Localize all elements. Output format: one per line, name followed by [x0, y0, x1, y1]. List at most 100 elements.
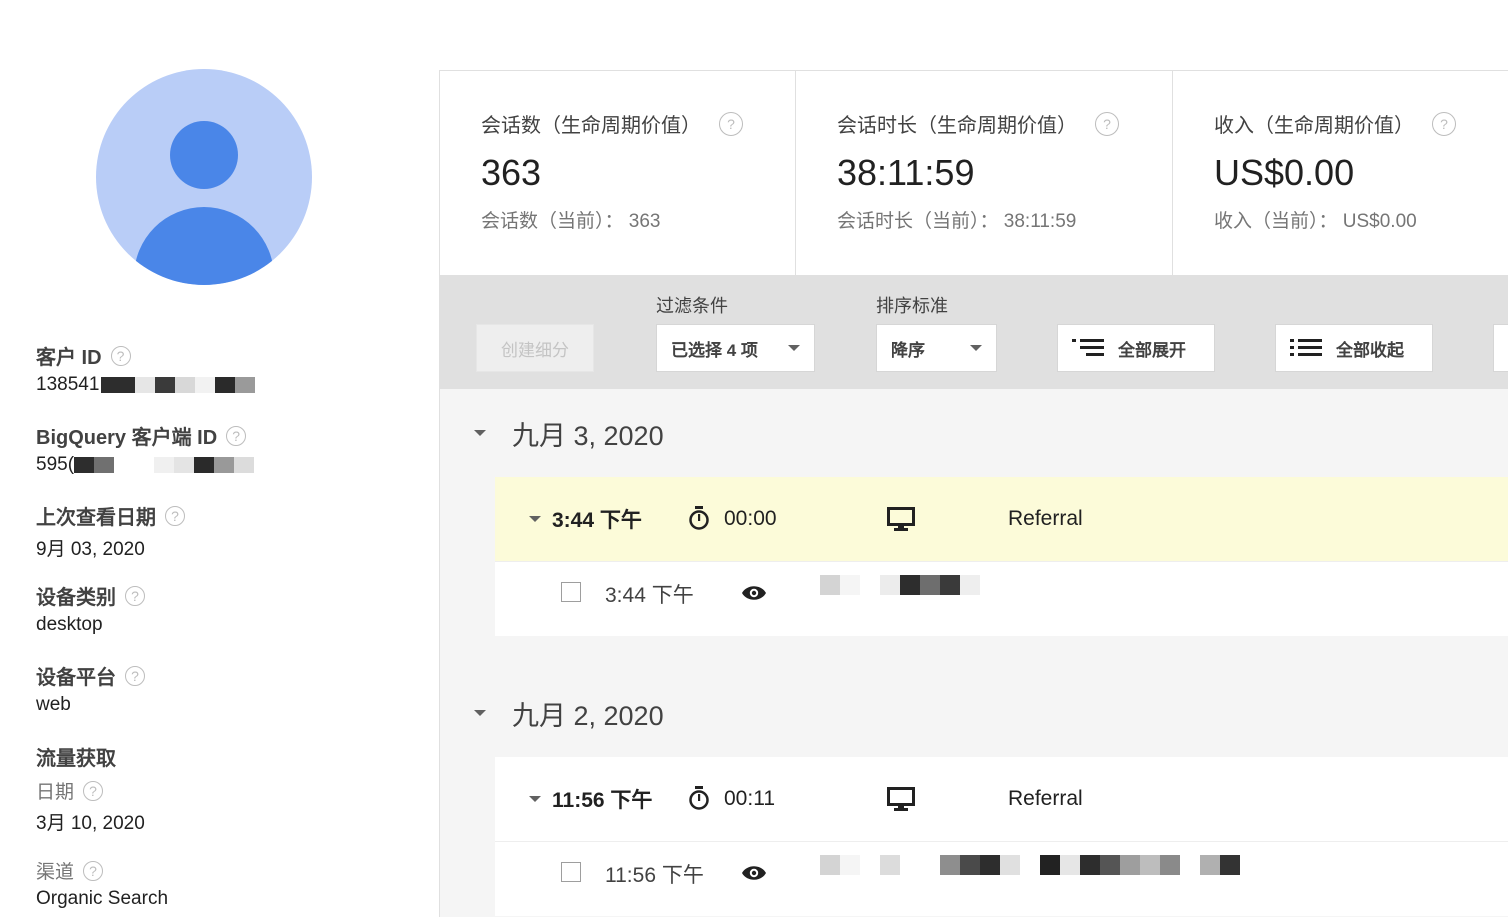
metric-sub: 会话数（当前）： 363: [481, 211, 661, 232]
help-circle-icon[interactable]: ?: [83, 860, 104, 881]
day-date: 九月 2, 2020: [512, 700, 664, 731]
metric-label: 会话数（生命周期价值）: [481, 115, 701, 137]
session-header[interactable]: 3:44 下午 00:00 Referral: [495, 477, 1508, 561]
help-circle-icon[interactable]: ?: [110, 345, 131, 366]
help-circle-icon[interactable]: ?: [125, 665, 145, 686]
session-duration: 00:11: [724, 787, 775, 810]
session-duration: 00:00: [724, 507, 777, 530]
session-time: 3:44 下午: [552, 509, 642, 532]
acquisition-channel-value: Organic Search: [36, 888, 169, 909]
help-circle-icon[interactable]: ?: [165, 505, 185, 526]
acquisition-section: 流量获取 日期? 3月 10, 2020 渠道? Organic Search: [36, 742, 168, 910]
session-channel: Referral: [1008, 507, 1083, 530]
device-platform-field: 设备平台? web: [36, 661, 145, 716]
help-circle-icon[interactable]: ?: [125, 585, 145, 606]
redacted-block: [74, 457, 255, 473]
device-category-value: desktop: [36, 614, 103, 635]
chevron-down-icon[interactable]: [529, 796, 541, 802]
expand-all-button[interactable]: 全部展开: [1057, 324, 1215, 372]
user-avatar: [96, 69, 312, 285]
day-header[interactable]: 九月 2, 2020: [440, 669, 1508, 757]
sort-dropdown[interactable]: 降序: [876, 324, 997, 372]
help-circle-icon[interactable]: ?: [1095, 111, 1119, 136]
sort-label: 排序标准: [876, 296, 948, 316]
redacted-block: [101, 377, 256, 393]
stopwatch-icon: [689, 506, 709, 530]
redacted-block: [820, 855, 1240, 875]
acquisition-label: 流量获取: [36, 748, 116, 770]
device-category-label: 设备类别: [36, 587, 116, 609]
day-group: 九月 3, 2020 3:44 下午 00:00 Referral 3:44 下…: [440, 389, 1508, 636]
stopwatch-icon: [689, 786, 709, 810]
collapse-all-button[interactable]: 全部收起: [1275, 324, 1433, 372]
user-explorer-main: 会话数（生命周期价值）? 363 会话数（当前）： 363 会话时长（生命周期价…: [439, 70, 1508, 917]
bigquery-id-field: BigQuery 客户端 ID? 595(: [36, 421, 255, 476]
user-profile-sidebar: 客户 ID? 138541 BigQuery 客户端 ID? 595( 上次查看…: [0, 0, 438, 916]
redacted-block: [820, 575, 980, 595]
sort-value: 降序: [891, 340, 925, 360]
client-id-label: 客户 ID: [36, 347, 102, 369]
chevron-down-icon: [970, 345, 982, 351]
bigquery-id-value: 595(: [36, 454, 75, 475]
session-header[interactable]: 11:56 下午 00:11 Referral: [495, 757, 1508, 841]
day-group: 九月 2, 2020 11:56 下午 00:11 Referral 11:56…: [440, 669, 1508, 916]
desktop-monitor-icon: [887, 787, 915, 811]
chevron-down-icon: [788, 345, 800, 351]
collapse-all-label: 全部收起: [1336, 340, 1404, 360]
timeline-toolbar: 创建细分 过滤条件 已选择 4 项 排序标准 降序 全部展开 全部收起: [440, 275, 1508, 389]
help-circle-icon[interactable]: ?: [719, 111, 743, 136]
hit-row: 3:44 下午: [495, 561, 1508, 636]
metric-duration: 会话时长（生命周期价值）? 38:11:59 会话时长（当前）： 38:11:5…: [796, 71, 1173, 275]
expand-list-icon: [1072, 339, 1104, 357]
eye-icon: [742, 586, 766, 600]
hit-checkbox[interactable]: [561, 862, 581, 882]
chevron-down-icon[interactable]: [474, 430, 486, 436]
bigquery-id-label: BigQuery 客户端 ID: [36, 427, 218, 449]
device-platform-value: web: [36, 694, 71, 715]
metric-value: US$0.00: [1214, 152, 1355, 193]
device-platform-label: 设备平台: [36, 667, 116, 689]
session-channel: Referral: [1008, 787, 1083, 810]
help-circle-icon[interactable]: ?: [226, 425, 247, 446]
acquisition-channel-label: 渠道: [36, 862, 75, 883]
day-header[interactable]: 九月 3, 2020: [440, 389, 1508, 477]
session-item: 11:56 下午 00:11 Referral 11:56 下午: [495, 757, 1508, 916]
eye-icon: [742, 866, 766, 880]
filter-value: 已选择 4 项: [671, 340, 758, 360]
session-time: 11:56 下午: [552, 789, 653, 812]
hit-checkbox[interactable]: [561, 582, 581, 602]
client-id-field: 客户 ID? 138541: [36, 341, 256, 396]
acquisition-date-value: 3月 10, 2020: [36, 813, 145, 834]
metric-value: 38:11:59: [837, 152, 975, 193]
desktop-monitor-icon: [887, 507, 915, 531]
metric-sessions: 会话数（生命周期价值）? 363 会话数（当前）： 363: [440, 71, 796, 275]
help-circle-icon[interactable]: ?: [1432, 111, 1456, 136]
last-seen-label: 上次查看日期: [36, 507, 156, 529]
metric-label: 会话时长（生命周期价值）: [837, 115, 1077, 137]
chevron-down-icon[interactable]: [474, 710, 486, 716]
expand-all-label: 全部展开: [1118, 340, 1186, 360]
day-date: 九月 3, 2020: [512, 420, 664, 451]
metric-sub: 会话时长（当前）： 38:11:59: [837, 211, 1077, 232]
chevron-down-icon[interactable]: [529, 516, 541, 522]
metric-revenue: 收入（生命周期价值）? US$0.00 收入（当前）： US$0.00: [1173, 71, 1508, 275]
last-seen-value: 9月 03, 2020: [36, 539, 145, 560]
help-circle-icon[interactable]: ?: [83, 780, 104, 801]
lifetime-metrics: 会话数（生命周期价值）? 363 会话数（当前）： 363 会话时长（生命周期价…: [440, 71, 1508, 275]
filter-label: 过滤条件: [656, 296, 728, 316]
toolbar-overflow-button[interactable]: [1493, 324, 1508, 372]
metric-value: 363: [481, 152, 542, 193]
metric-label: 收入（生命周期价值）: [1214, 115, 1414, 137]
client-id-value: 138541: [36, 374, 100, 395]
hit-time: 3:44 下午: [605, 584, 694, 607]
create-segment-button[interactable]: 创建细分: [476, 324, 594, 372]
hit-time: 11:56 下午: [605, 864, 704, 887]
hit-row: 11:56 下午: [495, 841, 1508, 916]
session-item: 3:44 下午 00:00 Referral 3:44 下午: [495, 477, 1508, 636]
last-seen-field: 上次查看日期? 9月 03, 2020: [36, 501, 185, 561]
avatar-head-shape: [170, 121, 238, 189]
filter-dropdown[interactable]: 已选择 4 项: [656, 324, 815, 372]
avatar-body-shape: [134, 207, 274, 285]
device-category-field: 设备类别? desktop: [36, 581, 145, 636]
acquisition-date-label: 日期: [36, 782, 75, 803]
